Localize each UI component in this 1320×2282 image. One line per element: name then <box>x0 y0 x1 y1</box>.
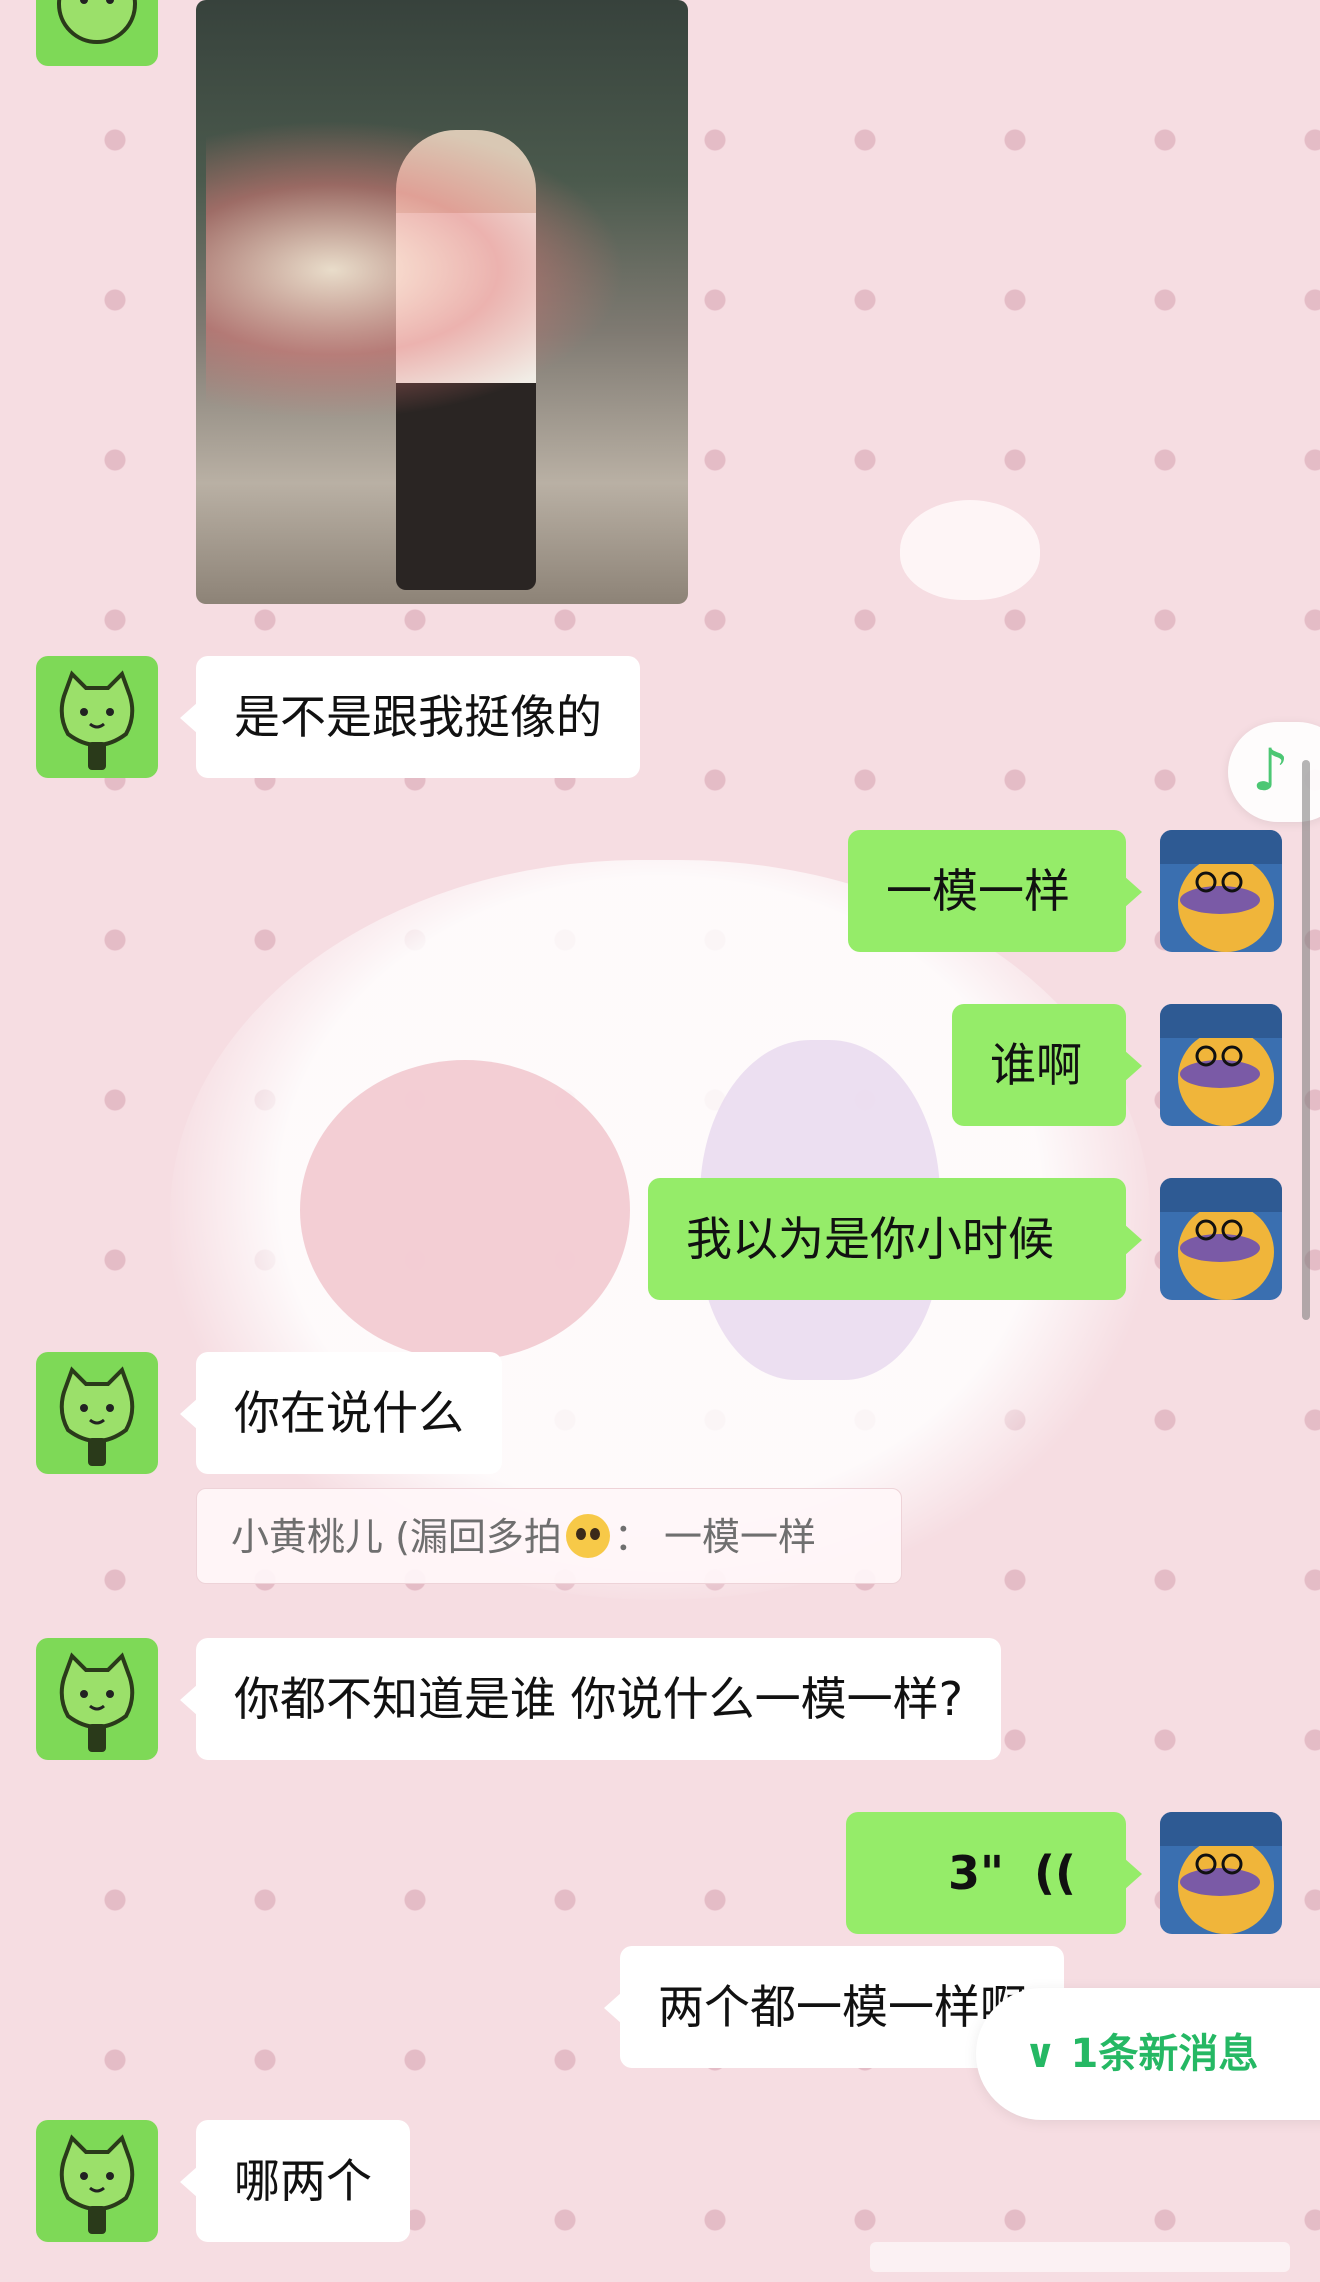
outgoing-message-bubble[interactable]: 谁啊 <box>952 1004 1142 1126</box>
self-avatar[interactable] <box>1160 1178 1282 1300</box>
pleading-face-emoji-icon <box>565 1514 610 1558</box>
contact-avatar[interactable] <box>36 2120 158 2242</box>
quote-author: 小黄桃儿 (漏回多拍 <box>231 1515 562 1559</box>
new-message-label: 1条新消息 <box>1070 2031 1259 2077</box>
incoming-message-bubble[interactable]: 哪两个 <box>180 2120 410 2242</box>
shared-photo[interactable] <box>196 0 688 604</box>
voice-wave-icon: (( <box>1033 1846 1076 1900</box>
message-row: 你在说什么 小黄桃儿 (漏回多拍 ： 一模一样 <box>0 1352 1320 1588</box>
contact-avatar[interactable] <box>36 656 158 778</box>
contact-avatar[interactable] <box>36 1638 158 1760</box>
message-row: 是不是跟我挺像的 <box>0 656 1320 778</box>
message-row: 我以为是你小时候 <box>0 1178 1320 1300</box>
self-avatar[interactable] <box>1160 830 1282 952</box>
message-row: 你都不知道是谁 你说什么一模一样? <box>0 1638 1320 1760</box>
incoming-message-bubble[interactable]: 是不是跟我挺像的 <box>180 656 640 778</box>
voice-duration: 3" <box>947 1846 1004 1900</box>
quoted-reply[interactable]: 小黄桃儿 (漏回多拍 ： 一模一样 <box>196 1488 902 1584</box>
message-row <box>0 0 1320 604</box>
self-avatar[interactable] <box>1160 1004 1282 1126</box>
outgoing-message-bubble[interactable]: 一模一样 <box>848 830 1142 952</box>
photo-light-flare <box>206 120 626 420</box>
message-row: 3" (( <box>0 1812 1320 1934</box>
outgoing-message-bubble[interactable]: 我以为是你小时候 <box>648 1178 1142 1300</box>
music-note-icon: ♪ <box>1252 736 1290 804</box>
self-avatar[interactable] <box>1160 1812 1282 1934</box>
contact-avatar[interactable] <box>36 1352 158 1474</box>
scrollbar[interactable] <box>1302 760 1310 1320</box>
new-message-pill[interactable]: ∨ 1条新消息 <box>976 1988 1320 2120</box>
contact-avatar[interactable] <box>36 0 158 66</box>
message-row: 一模一样 <box>0 830 1320 952</box>
voice-message-bubble[interactable]: 3" (( <box>846 1812 1142 1934</box>
message-row: 谁啊 <box>0 1004 1320 1126</box>
home-indicator <box>870 2242 1290 2272</box>
message-row: 哪两个 <box>0 2120 1320 2242</box>
incoming-message-bubble[interactable]: 你在说什么 <box>180 1352 502 1474</box>
double-chevron-down-icon: ∨ <box>1024 2031 1057 2077</box>
incoming-message-bubble[interactable]: 你都不知道是谁 你说什么一模一样? <box>179 1638 1002 1760</box>
quote-text: ： 一模一样 <box>613 1515 816 1559</box>
